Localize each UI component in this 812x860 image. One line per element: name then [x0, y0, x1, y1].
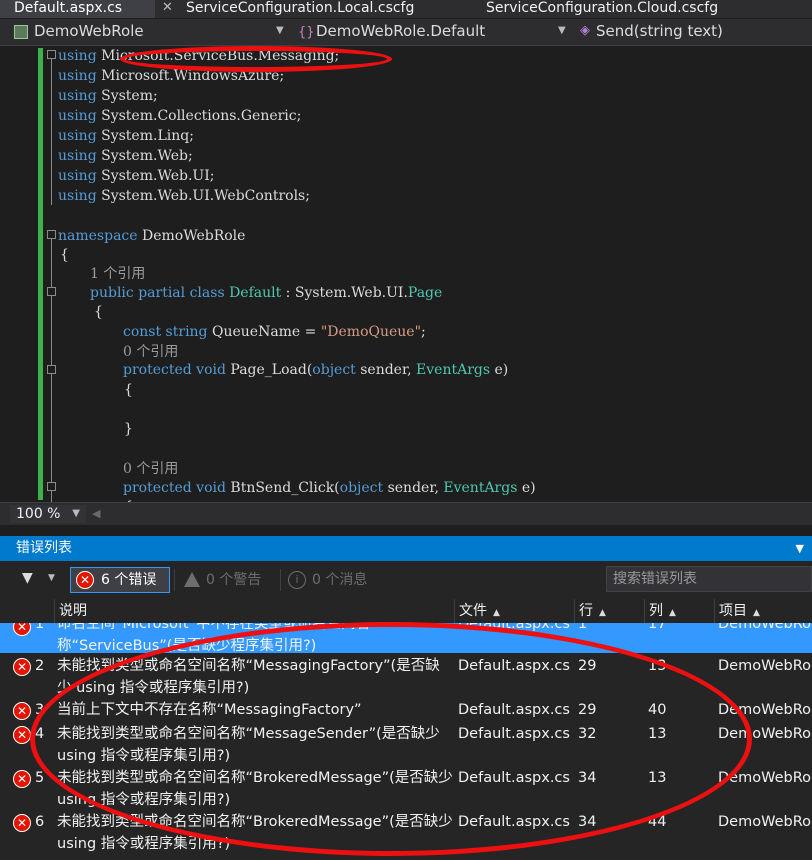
sort-icon: ▲ [493, 608, 500, 618]
warnings-filter-button[interactable]: 0 个警告 [180, 567, 270, 593]
reference-count-lens[interactable]: 1 个引用 [90, 264, 145, 284]
reference-count-lens[interactable]: 0 个引用 [123, 459, 178, 479]
error-icon: ✕ [13, 702, 31, 720]
type-label: DemoWebRole.Default [316, 22, 486, 40]
code-line: using System.Web; [58, 148, 193, 164]
chevron-down-icon: ▼ [276, 25, 284, 36]
code-line: const string QueueName = "DemoQueue"; [123, 324, 426, 340]
method-icon: ◈ [580, 23, 590, 38]
column-column[interactable]: 列 ▲ [644, 599, 714, 623]
error-project: DemoWebRole [718, 623, 812, 632]
code-line: { [94, 304, 103, 320]
column-file[interactable]: 文件 ▲ [454, 599, 574, 623]
error-line: 1 [578, 623, 588, 632]
filter-icon[interactable]: ▼ [22, 570, 33, 586]
tab-default-aspx-cs[interactable]: Default.aspx.cs [0, 0, 155, 18]
tab-service-config-local[interactable]: ServiceConfiguration.Local.cscfg [186, 0, 414, 18]
collapse-icon[interactable] [47, 482, 56, 491]
code-line: protected void BtnSend_Click(object send… [123, 480, 536, 496]
error-project: DemoWebRole [718, 814, 812, 830]
zoom-dropdown[interactable]: 100 % ▼ [10, 505, 86, 523]
type-dropdown[interactable]: {}DemoWebRole.Default ▼ [298, 21, 570, 41]
tab-service-config-cloud[interactable]: ServiceConfiguration.Cloud.cscfg [486, 0, 718, 18]
info-icon: i [288, 571, 306, 589]
error-project: DemoWebRole [718, 658, 812, 674]
code-line: using System.Web.UI.WebControls; [58, 188, 310, 204]
code-line: using System.Web.UI; [58, 168, 215, 184]
project-label: DemoWebRole [34, 22, 144, 40]
error-icon: ✕ [13, 770, 31, 788]
error-icon: ✕ [13, 726, 31, 744]
chevron-down-icon[interactable]: ▼ [48, 573, 55, 583]
chevron-down-icon: ▼ [558, 25, 566, 36]
chevron-down-icon[interactable]: ▼ [796, 536, 804, 561]
close-tab-icon[interactable]: ✕ [162, 0, 173, 16]
member-label: Send(string text) [596, 22, 723, 40]
collapse-icon[interactable] [47, 230, 56, 239]
warning-icon [184, 572, 200, 587]
collapse-icon[interactable] [47, 50, 56, 59]
sort-icon: ▲ [599, 608, 606, 618]
navigation-bar: DemoWebRole ▼ {}DemoWebRole.Default ▼ ◈ S… [0, 19, 812, 46]
row-number: 2 [35, 658, 45, 674]
code-line: using System; [58, 88, 158, 104]
project-dropdown[interactable]: DemoWebRole ▼ [14, 21, 292, 41]
error-list-header: 错误列表 ▼ [0, 536, 812, 561]
code-line: } [124, 421, 133, 437]
code-line: { [124, 382, 133, 398]
collapse-icon[interactable] [47, 365, 56, 374]
search-error-list-input[interactable]: 搜索错误列表 [606, 566, 812, 592]
code-line: using System.Collections.Generic; [58, 108, 302, 124]
zoom-level: 100 % [16, 506, 61, 522]
chevron-down-icon: ▼ [72, 508, 80, 519]
error-list-title: 错误列表 [16, 540, 72, 556]
editor-gutter [0, 46, 36, 502]
error-icon: ✕ [13, 814, 31, 832]
reference-count-lens[interactable]: 0 个引用 [123, 342, 178, 362]
error-icon: ✕ [76, 571, 94, 589]
toolbar-separator [280, 569, 281, 591]
annotation-oval [120, 46, 392, 72]
row-number: 6 [35, 814, 45, 830]
error-list-column-header: 说明 文件 ▲ 行 ▲ 列 ▲ 项目 ▲ [0, 599, 812, 623]
code-editor[interactable]: using Microsoft.ServiceBus.Messaging; us… [0, 46, 812, 502]
column-line[interactable]: 行 ▲ [574, 599, 644, 623]
scroll-left-icon[interactable]: ◀ [92, 507, 100, 520]
class-icon: {} [298, 25, 315, 40]
errors-filter-label: 6 个错误 [101, 572, 157, 588]
messages-filter-button[interactable]: i 0 个消息 [286, 567, 386, 593]
row-number: 1 [35, 623, 45, 632]
outline-guide [51, 374, 52, 440]
change-tracking-bar [38, 48, 43, 500]
project-icon [14, 24, 28, 39]
code-line: namespace DemoWebRole [58, 228, 246, 244]
column-project[interactable]: 项目 ▲ [714, 599, 812, 623]
warnings-filter-label: 0 个警告 [206, 572, 262, 588]
code-line: { [60, 247, 69, 263]
member-dropdown[interactable]: ◈ Send(string text) [580, 21, 812, 41]
sort-icon: ▲ [753, 608, 760, 618]
collapse-icon[interactable] [47, 287, 56, 296]
error-column: 17 [648, 623, 667, 632]
toolbar-separator [174, 569, 175, 591]
errors-filter-button[interactable]: ✕ 6 个错误 [70, 567, 170, 593]
outline-guide [51, 59, 52, 205]
code-line: using System.Linq; [58, 128, 194, 144]
sort-icon: ▲ [669, 608, 676, 618]
error-list-toolbar: ▼ ▼ ✕ 6 个错误 0 个警告 i 0 个消息 搜索错误列表 [0, 561, 812, 599]
column-description[interactable]: 说明 [54, 599, 454, 623]
editor-status-bar: 100 % ▼ ◀ [0, 502, 812, 525]
document-tab-bar: Default.aspx.cs ✕ ServiceConfiguration.L… [0, 0, 812, 18]
code-line: public partial class Default : System.We… [90, 285, 443, 301]
error-icon: ✕ [13, 658, 31, 676]
code-line: protected void Page_Load(object sender, … [123, 362, 509, 378]
error-icon: ✕ [13, 623, 31, 636]
annotation-oval [30, 622, 752, 856]
messages-filter-label: 0 个消息 [312, 572, 368, 588]
